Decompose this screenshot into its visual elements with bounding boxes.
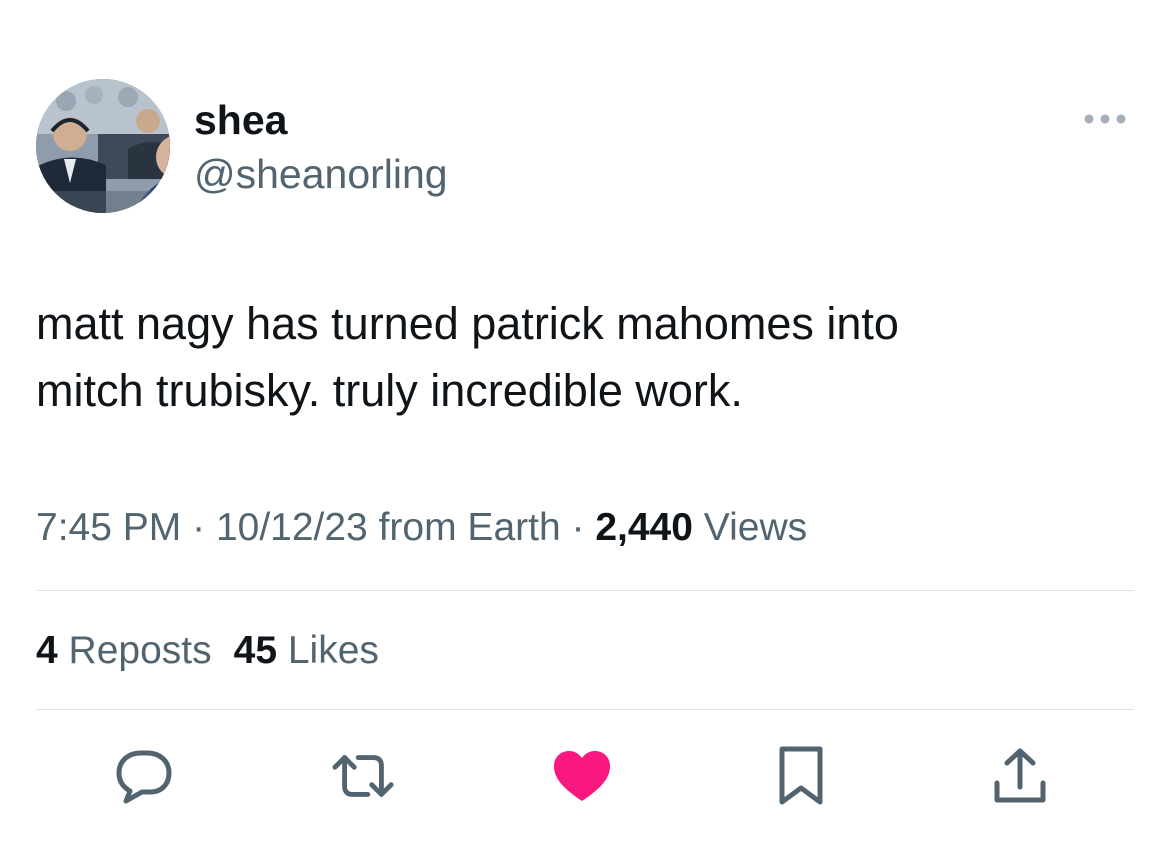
reposts-count: 4: [36, 629, 58, 672]
repost-button[interactable]: [331, 744, 395, 808]
meta-separator: ·: [571, 506, 585, 549]
reply-icon: [116, 750, 172, 804]
like-button[interactable]: [550, 744, 614, 808]
tweet-meta: 7:45 PM · 10/12/23 from Earth · 2,440 Vi…: [36, 505, 807, 551]
tweet-text: matt nagy has turned patrick mahomes int…: [36, 298, 899, 416]
more-options-button[interactable]: [1080, 104, 1130, 134]
reposts-stat[interactable]: 4 Reposts: [36, 629, 212, 672]
likes-label: Likes: [287, 629, 379, 672]
share-icon: [994, 748, 1046, 803]
share-button[interactable]: [988, 744, 1052, 808]
engagement-stats: 4 Reposts 45 Likes: [36, 628, 379, 674]
likes-stat[interactable]: 45 Likes: [234, 629, 379, 672]
repost-icon: [332, 755, 394, 797]
reposts-label: Reposts: [68, 629, 212, 672]
views-count: 2,440: [595, 506, 693, 549]
reply-button[interactable]: [112, 744, 176, 808]
user-handle[interactable]: @sheanorling: [194, 151, 448, 197]
avatar[interactable]: [36, 79, 170, 213]
bookmark-button[interactable]: [769, 744, 833, 808]
meta-separator: ·: [192, 506, 206, 549]
tweet-date[interactable]: 10/12/23: [216, 506, 368, 549]
bookmark-icon: [779, 746, 823, 805]
divider: [36, 590, 1134, 591]
tweet-source: from Earth: [378, 506, 561, 549]
divider: [36, 709, 1134, 710]
tweet-time[interactable]: 7:45 PM: [36, 506, 181, 549]
more-dots-icon: [1084, 114, 1126, 124]
heart-icon: [554, 751, 610, 801]
likes-count: 45: [233, 629, 278, 672]
display-name[interactable]: shea: [194, 97, 287, 143]
views-label: Views: [703, 506, 808, 549]
profile-photo-icon: [36, 79, 170, 213]
